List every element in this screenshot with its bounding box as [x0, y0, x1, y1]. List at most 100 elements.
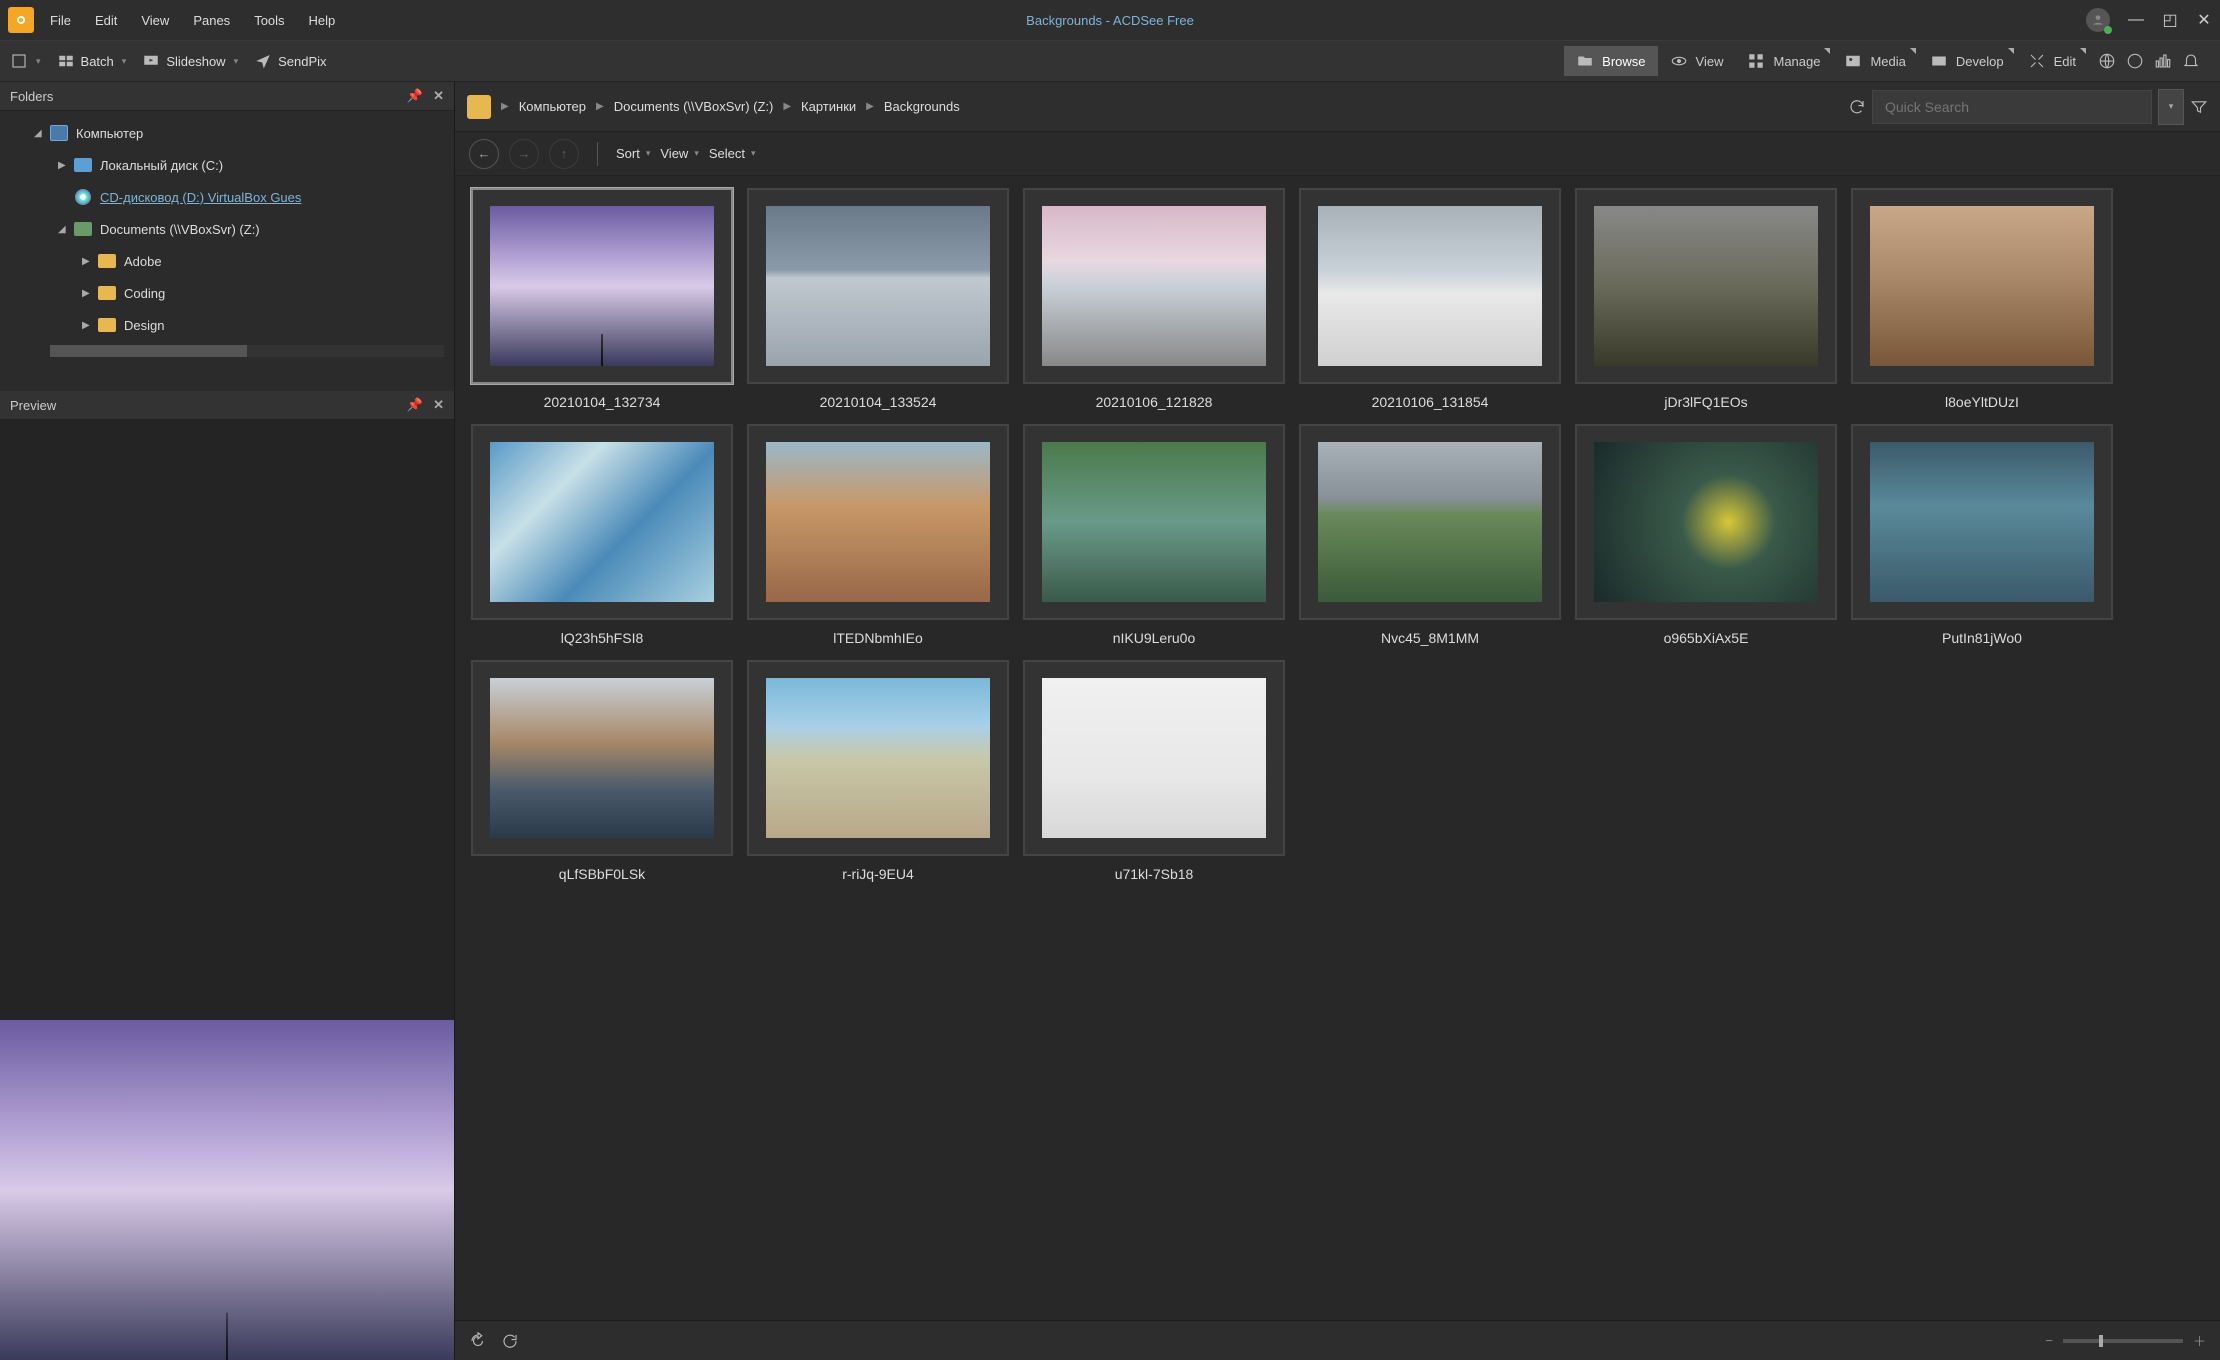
menu-edit[interactable]: Edit	[95, 13, 117, 28]
nav-back-button[interactable]: ←	[469, 139, 499, 169]
thumbnail-item[interactable]: nIKU9Leru0o	[1023, 424, 1285, 646]
window-title: Backgrounds - ACDSee Free	[1026, 13, 1194, 28]
crumb-computer[interactable]: Компьютер	[519, 99, 586, 114]
close-panel-icon[interactable]: ✕	[433, 88, 444, 104]
toolbar: ▾ Batch▾ Slideshow▾ SendPix Browse View	[0, 40, 2220, 82]
tree-scrollbar[interactable]	[50, 345, 444, 357]
mode-view[interactable]: View	[1658, 46, 1736, 76]
thumbnail-name: 20210104_133524	[820, 394, 937, 410]
chart-icon[interactable]	[2154, 52, 2172, 70]
thumbnail-frame	[1023, 424, 1285, 620]
batch-button[interactable]: Batch▾	[57, 52, 127, 70]
thumbnail-item[interactable]: r-riJq-9EU4	[747, 660, 1009, 882]
bell-icon[interactable]	[2182, 52, 2200, 70]
thumbnail-name: PutIn81jWo0	[1942, 630, 2022, 646]
crumb-bg[interactable]: Backgrounds	[884, 99, 960, 114]
thumbnail-image	[1870, 206, 2094, 366]
thumbnail-name: 20210106_131854	[1372, 394, 1489, 410]
thumbnail-item[interactable]: 20210104_133524	[747, 188, 1009, 410]
thumbnail-item[interactable]: qLfSBbF0LSk	[471, 660, 733, 882]
mode-manage-label: Manage	[1773, 54, 1820, 69]
zoom-slider[interactable]	[2063, 1339, 2183, 1343]
nav-up-button[interactable]: ↑	[549, 139, 579, 169]
mode-media-label: Media	[1870, 54, 1905, 69]
mode-develop[interactable]: Develop	[1918, 46, 2016, 76]
menu-tools[interactable]: Tools	[254, 13, 284, 28]
chevron-right-icon: ▶	[783, 101, 791, 112]
view-label: View	[660, 146, 688, 161]
slideshow-label: Slideshow	[166, 54, 225, 69]
globe-icon[interactable]	[2098, 52, 2116, 70]
crumb-docs[interactable]: Documents (\\VBoxSvr) (Z:)	[614, 99, 774, 114]
sort-dropdown[interactable]: Sort▾	[616, 146, 650, 161]
tree-adobe[interactable]: ▶Adobe	[0, 245, 454, 277]
folders-panel-header: Folders 📌 ✕	[0, 82, 454, 111]
thumbnail-item[interactable]: u71kl-7Sb18	[1023, 660, 1285, 882]
tree-computer[interactable]: ◢Компьютер	[0, 117, 454, 149]
thumbnail-item[interactable]: jDr3lFQ1EOs	[1575, 188, 1837, 410]
filter-icon[interactable]	[2190, 98, 2208, 116]
tree-documents[interactable]: ◢Documents (\\VBoxSvr) (Z:)	[0, 213, 454, 245]
pin-icon[interactable]: 📌	[407, 397, 423, 413]
close-button[interactable]: ✕	[2196, 10, 2212, 30]
thumbnail-frame	[1023, 188, 1285, 384]
close-panel-icon[interactable]: ✕	[433, 397, 444, 413]
tree-local-disk[interactable]: ▶Локальный диск (C:)	[0, 149, 454, 181]
thumbnail-item[interactable]: Nvc45_8M1MM	[1299, 424, 1561, 646]
home-icon[interactable]	[467, 95, 491, 119]
app-icon	[8, 7, 34, 33]
thumbnail-image	[490, 206, 714, 366]
reload-icon[interactable]	[501, 1332, 519, 1350]
thumbnail-item[interactable]: lQ23h5hFSI8	[471, 424, 733, 646]
thumbnail-name: qLfSBbF0LSk	[559, 866, 645, 882]
mode-browse[interactable]: Browse	[1564, 46, 1657, 76]
sendpix-button[interactable]: SendPix	[254, 52, 326, 70]
refresh-icon[interactable]	[1848, 98, 1866, 116]
tree-coding[interactable]: ▶Coding	[0, 277, 454, 309]
tree-coding-label: Coding	[124, 286, 165, 301]
tree-design[interactable]: ▶Design	[0, 309, 454, 341]
zoom-in-icon[interactable]: ＋	[2193, 1331, 2206, 1350]
user-account-icon[interactable]	[2086, 8, 2110, 32]
sort-label: Sort	[616, 146, 640, 161]
select-dropdown[interactable]: Select▾	[709, 146, 756, 161]
thumbnail-image	[766, 678, 990, 838]
thumbnail-item[interactable]: o965bXiAx5E	[1575, 424, 1837, 646]
search-input[interactable]	[1872, 90, 2152, 124]
view-dropdown[interactable]: View▾	[660, 146, 698, 161]
menu-help[interactable]: Help	[309, 13, 336, 28]
thumbnail-image	[1870, 442, 2094, 602]
menu-panes[interactable]: Panes	[193, 13, 230, 28]
365-icon[interactable]	[2126, 52, 2144, 70]
menu-file[interactable]: File	[50, 13, 71, 28]
zoom-out-icon[interactable]: −	[2045, 1333, 2053, 1348]
folder-tree: ◢Компьютер ▶Локальный диск (C:) CD-диско…	[0, 111, 454, 391]
mode-edit[interactable]: Edit	[2016, 46, 2088, 76]
thumbnail-frame	[747, 424, 1009, 620]
action-bar: ← → ↑ Sort▾ View▾ Select▾	[455, 132, 2220, 176]
chevron-right-icon: ▶	[501, 101, 509, 112]
nav-forward-button[interactable]: →	[509, 139, 539, 169]
tree-cd-label: CD-дисковод (D:) VirtualBox Gues	[100, 190, 301, 205]
mode-manage[interactable]: Manage	[1735, 46, 1832, 76]
sync-icon[interactable]	[469, 1332, 487, 1350]
tree-computer-label: Компьютер	[76, 126, 143, 141]
thumbnail-name: Nvc45_8M1MM	[1381, 630, 1479, 646]
crumb-pics[interactable]: Картинки	[801, 99, 856, 114]
minimize-button[interactable]: —	[2128, 11, 2144, 29]
pin-icon[interactable]: 📌	[407, 88, 423, 104]
thumbnail-item[interactable]: lTEDNbmhIEo	[747, 424, 1009, 646]
thumbnail-item[interactable]: 20210106_121828	[1023, 188, 1285, 410]
slideshow-button[interactable]: Slideshow▾	[142, 52, 238, 70]
new-button[interactable]: ▾	[10, 52, 41, 70]
search-options-button[interactable]: ▾	[2158, 89, 2184, 125]
thumbnail-item[interactable]: 20210106_131854	[1299, 188, 1561, 410]
thumbnail-item[interactable]: 20210104_132734	[471, 188, 733, 410]
thumbnail-name: o965bXiAx5E	[1664, 630, 1749, 646]
menu-view[interactable]: View	[141, 13, 169, 28]
maximize-button[interactable]: ◰	[2162, 10, 2178, 30]
tree-cd[interactable]: CD-дисковод (D:) VirtualBox Gues	[0, 181, 454, 213]
mode-media[interactable]: Media	[1832, 46, 1917, 76]
thumbnail-item[interactable]: PutIn81jWo0	[1851, 424, 2113, 646]
thumbnail-item[interactable]: l8oeYltDUzI	[1851, 188, 2113, 410]
